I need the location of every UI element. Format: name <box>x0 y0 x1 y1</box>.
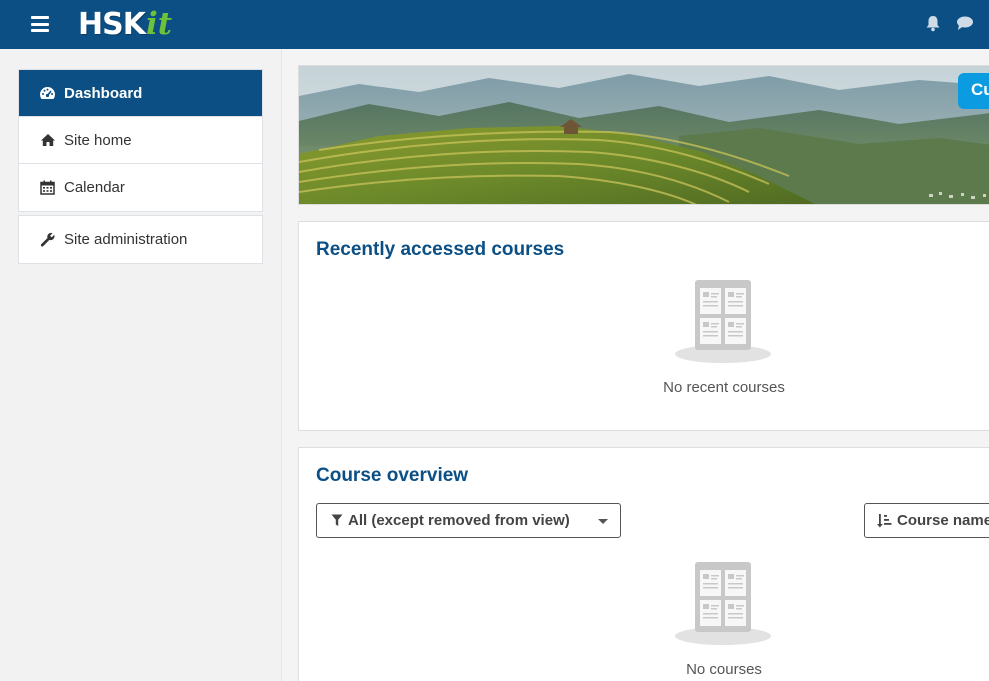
header-banner-image <box>298 65 989 205</box>
sort-label: Course name <box>897 512 989 529</box>
grouping-filter-label: All (except removed from view) <box>348 512 570 529</box>
menu-icon[interactable] <box>31 16 49 32</box>
recent-courses-title: Recently accessed courses <box>316 239 565 260</box>
logo-text-accent: it <box>145 6 173 42</box>
nav-item-label: Site home <box>64 131 132 149</box>
recent-courses-card: Recently accessed courses No recent cour… <box>298 221 989 431</box>
top-navbar: HSK it <box>0 0 989 49</box>
no-recent-courses-text: No recent courses <box>663 379 785 396</box>
no-courses-illustration-icon <box>675 280 775 364</box>
sort-icon <box>877 513 892 528</box>
chat-icon[interactable] <box>956 15 974 33</box>
no-courses-text: No courses <box>686 661 762 678</box>
course-overview-card: Course overview All (except removed from… <box>298 447 989 681</box>
calendar-icon <box>39 179 56 196</box>
nav-item-label: Dashboard <box>64 84 143 102</box>
filter-icon <box>331 514 343 527</box>
nav-item-label: Calendar <box>64 179 125 196</box>
nav-admin-group: Site administration <box>18 215 263 264</box>
sort-dropdown[interactable]: Course name <box>864 503 989 538</box>
no-courses-illustration-icon <box>675 562 775 646</box>
customise-page-button[interactable]: Customise this page <box>958 73 989 109</box>
nav-item-dashboard[interactable]: Dashboard <box>19 70 262 117</box>
nav-main-group: Dashboard Site home Calendar <box>18 69 263 212</box>
nav-drawer: Dashboard Site home Calendar Site admini… <box>0 49 282 681</box>
chevron-down-icon <box>598 519 608 524</box>
nav-item-calendar[interactable]: Calendar <box>19 164 262 211</box>
nav-item-site-home[interactable]: Site home <box>19 117 262 164</box>
site-logo[interactable]: HSK it <box>78 5 172 43</box>
nav-item-site-administration[interactable]: Site administration <box>19 216 262 263</box>
dashboard-icon <box>39 85 56 102</box>
grouping-filter-dropdown[interactable]: All (except removed from view) <box>316 503 621 538</box>
main-region: Customise this page Recently accessed co… <box>282 49 989 681</box>
nav-item-label: Site administration <box>64 231 188 248</box>
wrench-icon <box>39 231 56 248</box>
logo-text-main: HSK <box>78 7 146 42</box>
course-overview-title: Course overview <box>316 465 469 486</box>
home-icon <box>39 132 56 149</box>
bell-icon[interactable] <box>925 15 943 33</box>
